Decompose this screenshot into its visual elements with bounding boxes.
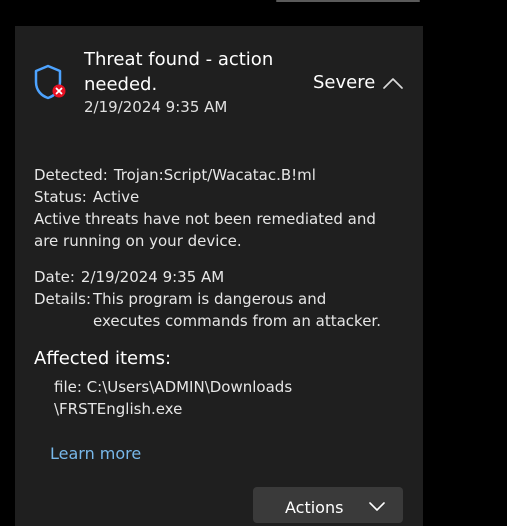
chevron-up-icon[interactable] xyxy=(382,74,404,90)
date-label: Date: xyxy=(34,268,75,286)
threat-title: Threat found - action needed. xyxy=(84,49,274,95)
details-row: Details: This program is dangerous and e… xyxy=(34,288,414,332)
severity-label: Severe xyxy=(313,72,376,93)
details-value: This program is dangerous and executes c… xyxy=(93,290,381,330)
actions-button-label: Actions xyxy=(285,498,344,517)
top-card-edge xyxy=(276,0,420,2)
details-label: Details: xyxy=(34,290,92,308)
affected-items-heading: Affected items: xyxy=(34,348,172,369)
affected-file-path-line-1: file: C:\Users\ADMIN\Downloads xyxy=(54,378,293,396)
detected-row: Detected: Trojan:Script/Wacatac.B!ml xyxy=(34,164,316,186)
date-row: Date: 2/19/2024 9:35 AM xyxy=(34,266,224,288)
learn-more-link[interactable]: Learn more xyxy=(50,443,141,465)
date-value: 2/19/2024 9:35 AM xyxy=(80,268,225,286)
affected-file-path-line-2: \FRSTEnglish.exe xyxy=(54,400,183,418)
threat-timestamp: 2/19/2024 9:35 AM xyxy=(84,98,228,116)
status-row: Status: Active xyxy=(34,186,139,208)
threat-message: Active threats have not been remediated … xyxy=(34,210,376,250)
chevron-down-icon xyxy=(369,502,385,511)
status-label: Status: xyxy=(34,188,87,206)
affected-file-path: file: C:\Users\ADMIN\Downloads \FRSTEngl… xyxy=(54,376,304,420)
shield-error-icon xyxy=(34,64,66,100)
detected-label: Detected: xyxy=(34,166,108,184)
detected-value: Trojan:Script/Wacatac.B!ml xyxy=(113,166,316,184)
threat-card: Threat found - action needed. 2/19/2024 … xyxy=(15,26,423,526)
actions-button[interactable]: Actions xyxy=(253,487,403,523)
status-value: Active xyxy=(92,188,140,206)
